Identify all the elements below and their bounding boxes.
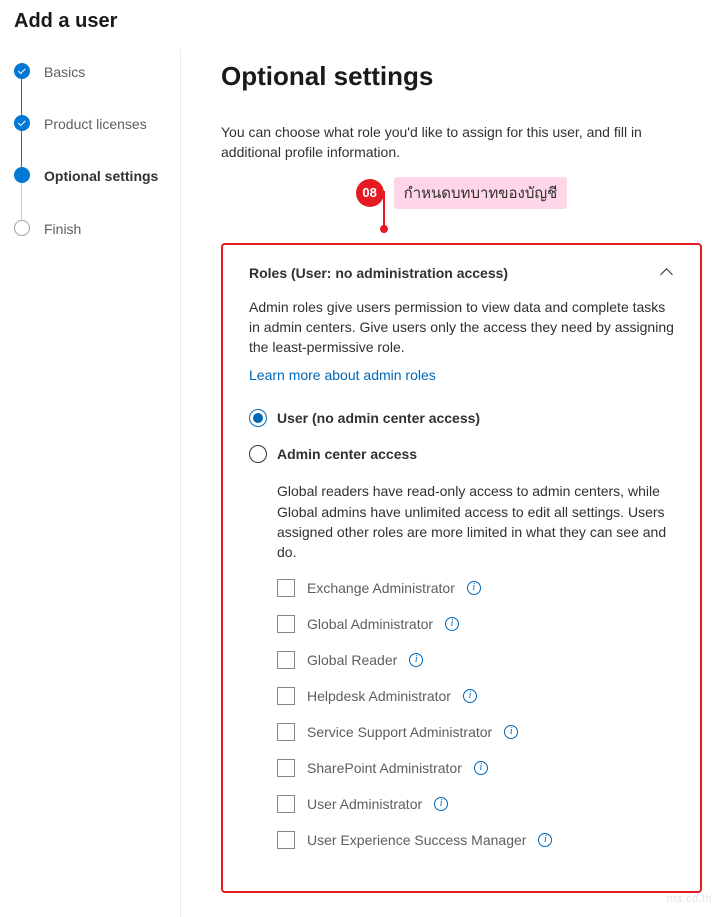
info-icon[interactable]: i xyxy=(504,725,518,739)
checkbox-label: Global Administrator xyxy=(307,616,433,632)
info-icon[interactable]: i xyxy=(409,653,423,667)
role-helpdesk-administrator[interactable]: Helpdesk Administrator i xyxy=(277,687,674,705)
info-icon[interactable]: i xyxy=(445,617,459,631)
roles-description: Admin roles give users permission to vie… xyxy=(249,297,674,358)
info-icon[interactable]: i xyxy=(434,797,448,811)
step-current-icon xyxy=(14,167,30,183)
step-optional-settings[interactable]: Optional settings xyxy=(14,167,168,219)
radio-label: User (no admin center access) xyxy=(277,410,480,426)
section-title: Optional settings xyxy=(221,61,702,92)
radio-admin-center-access[interactable]: Admin center access xyxy=(249,445,674,463)
radio-icon xyxy=(249,409,267,427)
chevron-up-icon[interactable] xyxy=(660,266,674,280)
checkbox-icon xyxy=(277,615,295,633)
roles-panel-title: Roles (User: no administration access) xyxy=(249,265,508,281)
role-user-administrator[interactable]: User Administrator i xyxy=(277,795,674,813)
checkbox-label: Service Support Administrator xyxy=(307,724,492,740)
annotation-callout: 08 กำหนดบทบาทของบัญชี xyxy=(221,177,702,243)
checkbox-label: User Experience Success Manager xyxy=(307,832,526,848)
learn-more-link[interactable]: Learn more about admin roles xyxy=(249,367,436,383)
checkbox-label: Exchange Administrator xyxy=(307,580,455,596)
checkbox-label: SharePoint Administrator xyxy=(307,760,462,776)
radio-label: Admin center access xyxy=(277,446,417,462)
step-label: Optional settings xyxy=(44,167,158,185)
radio-icon xyxy=(249,445,267,463)
page-title: Add a user xyxy=(0,0,720,49)
admin-roles-description: Global readers have read-only access to … xyxy=(277,481,674,562)
checkbox-icon xyxy=(277,723,295,741)
callout-text: กำหนดบทบาทของบัญชี xyxy=(394,177,568,209)
role-sharepoint-administrator[interactable]: SharePoint Administrator i xyxy=(277,759,674,777)
step-label: Finish xyxy=(44,220,81,238)
role-user-experience-success-manager[interactable]: User Experience Success Manager i xyxy=(277,831,674,849)
checkbox-label: Helpdesk Administrator xyxy=(307,688,451,704)
step-product-licenses[interactable]: Product licenses xyxy=(14,115,168,167)
info-icon[interactable]: i xyxy=(474,761,488,775)
step-label: Product licenses xyxy=(44,115,147,133)
callout-badge: 08 xyxy=(356,179,384,207)
role-global-administrator[interactable]: Global Administrator i xyxy=(277,615,674,633)
callout-leader-line xyxy=(383,191,385,229)
checkbox-icon xyxy=(277,795,295,813)
role-exchange-administrator[interactable]: Exchange Administrator i xyxy=(277,579,674,597)
checkbox-icon xyxy=(277,759,295,777)
checkbox-icon xyxy=(277,687,295,705)
step-done-icon xyxy=(14,63,30,79)
step-finish[interactable]: Finish xyxy=(14,220,168,238)
section-description: You can choose what role you'd like to a… xyxy=(221,122,702,163)
step-label: Basics xyxy=(44,63,85,81)
checkbox-icon xyxy=(277,831,295,849)
step-done-icon xyxy=(14,115,30,131)
roles-panel-header[interactable]: Roles (User: no administration access) xyxy=(249,265,674,281)
checkbox-label: User Administrator xyxy=(307,796,422,812)
roles-panel: Roles (User: no administration access) A… xyxy=(221,243,702,893)
admin-roles-list: Exchange Administrator i Global Administ… xyxy=(277,579,674,849)
checkbox-icon xyxy=(277,651,295,669)
step-basics[interactable]: Basics xyxy=(14,63,168,115)
checkbox-label: Global Reader xyxy=(307,652,397,668)
info-icon[interactable]: i xyxy=(538,833,552,847)
role-service-support-administrator[interactable]: Service Support Administrator i xyxy=(277,723,674,741)
checkbox-icon xyxy=(277,579,295,597)
info-icon[interactable]: i xyxy=(467,581,481,595)
stepper: Basics Product licenses Optional setting… xyxy=(0,49,180,917)
step-pending-icon xyxy=(14,220,30,236)
info-icon[interactable]: i xyxy=(463,689,477,703)
radio-user-no-admin[interactable]: User (no admin center access) xyxy=(249,409,674,427)
role-global-reader[interactable]: Global Reader i xyxy=(277,651,674,669)
main-content: Optional settings You can choose what ro… xyxy=(180,49,720,917)
watermark: nts.co.th xyxy=(667,893,712,905)
